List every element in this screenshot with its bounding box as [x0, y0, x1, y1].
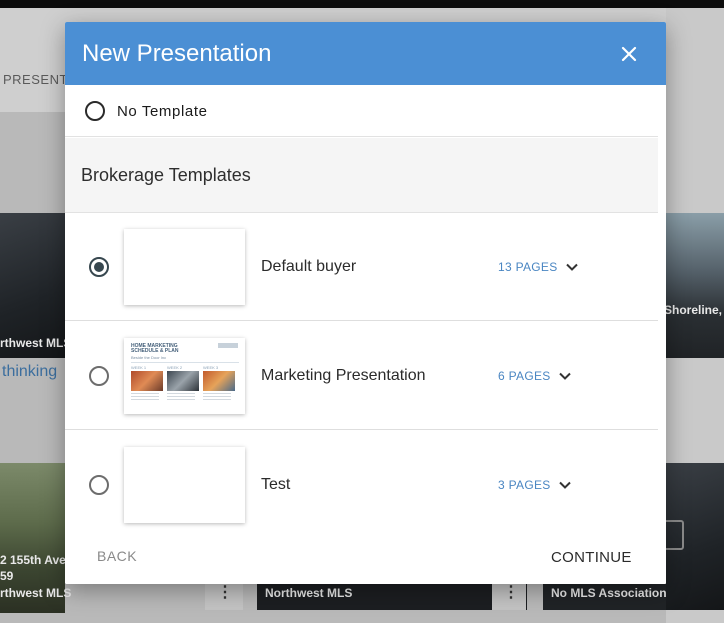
dialog-scrollbar[interactable] — [658, 85, 666, 534]
template-radio[interactable] — [89, 257, 109, 277]
template-radio[interactable] — [89, 366, 109, 386]
thumbnail-week-column: WEEK 1 — [131, 365, 165, 411]
template-pages-toggle[interactable]: 3 PAGES — [498, 477, 572, 493]
template-thumbnail: HOME MARKETING SCHEDULE & PLAN Beside th… — [124, 338, 245, 414]
thumbnail-text-line — [167, 396, 195, 397]
thumbnail-photo — [203, 371, 235, 391]
brokerage-templates-header: Brokerage Templates — [65, 138, 658, 213]
thumbnail-text-line — [167, 399, 195, 400]
template-row-default-buyer[interactable]: Default buyer 13 PAGES — [65, 213, 658, 321]
template-pages-toggle[interactable]: 13 PAGES — [498, 259, 579, 275]
template-page-count: 6 PAGES — [498, 369, 551, 383]
template-name: Default buyer — [261, 258, 357, 275]
thumbnail-week-column: WEEK 3 — [203, 365, 237, 411]
template-name: Marketing Presentation — [261, 367, 426, 384]
template-radio[interactable] — [89, 475, 109, 495]
listing-link: thinking — [2, 363, 58, 380]
listing-location: Shoreline, — [664, 303, 723, 317]
chevron-down-icon — [558, 372, 571, 380]
no-template-label: No Template — [117, 103, 208, 120]
thumbnail-text-line — [131, 399, 159, 400]
more-vert-icon[interactable]: ⋮ — [217, 585, 233, 601]
template-pages-toggle[interactable]: 6 PAGES — [498, 368, 572, 384]
template-thumbnail — [124, 447, 245, 523]
dialog-footer: BACK CONTINUE — [65, 534, 666, 584]
new-presentation-dialog: New Presentation No Template Brokerage T… — [65, 22, 666, 584]
listing-card-image — [666, 213, 724, 358]
dialog-header: New Presentation — [65, 22, 666, 85]
top-bar — [0, 0, 724, 8]
thumbnail-photo — [131, 371, 163, 391]
close-icon — [621, 46, 637, 62]
thumbnail-logo — [218, 343, 238, 348]
listing-mls-label: rthwest MLS — [0, 336, 72, 350]
listing-mls-label: Northwest MLS — [265, 586, 353, 600]
dialog-title: New Presentation — [82, 40, 272, 67]
listing-mls-label: No MLS Association — [551, 586, 667, 600]
more-vert-icon[interactable]: ⋮ — [503, 585, 519, 601]
listing-address: 2 155th Ave — [0, 553, 66, 567]
thumbnail-photo — [167, 371, 199, 391]
template-thumbnail — [124, 229, 245, 305]
chevron-down-icon — [558, 481, 571, 489]
thumbnail-divider — [131, 362, 239, 363]
listing-mls-label: rthwest MLS — [0, 586, 72, 600]
template-page-count: 13 PAGES — [498, 260, 558, 274]
thumbnail-title: HOME MARKETING SCHEDULE & PLAN — [131, 343, 179, 354]
thumbnail-text-line — [203, 396, 231, 397]
thumbnail-week-label: WEEK 2 — [167, 365, 183, 370]
listing-address: 59 — [0, 569, 14, 583]
continue-button[interactable]: CONTINUE — [551, 549, 632, 566]
no-template-radio[interactable] — [85, 101, 105, 121]
section-title: Brokerage Templates — [81, 165, 251, 185]
template-page-count: 3 PAGES — [498, 478, 551, 492]
template-name: Test — [261, 476, 291, 493]
template-row-test[interactable]: Test 3 PAGES — [65, 431, 658, 539]
no-template-option[interactable]: No Template — [65, 85, 658, 137]
thumbnail-week-column: WEEK 2 — [167, 365, 201, 411]
thumbnail-week-label: WEEK 3 — [203, 365, 219, 370]
thumbnail-subtitle: Beside the Door Inc — [131, 355, 167, 360]
chevron-down-icon — [565, 263, 578, 271]
close-button[interactable] — [617, 42, 641, 66]
thumbnail-week-label: WEEK 1 — [131, 365, 147, 370]
thumbnail-text-line — [131, 396, 159, 397]
thumbnail-text-line — [131, 393, 159, 394]
thumbnail-text-line — [203, 399, 231, 400]
template-row-marketing-presentation[interactable]: HOME MARKETING SCHEDULE & PLAN Beside th… — [65, 322, 658, 430]
thumbnail-text-line — [167, 393, 195, 394]
back-button[interactable]: BACK — [97, 548, 137, 564]
thumbnail-text-line — [203, 393, 231, 394]
